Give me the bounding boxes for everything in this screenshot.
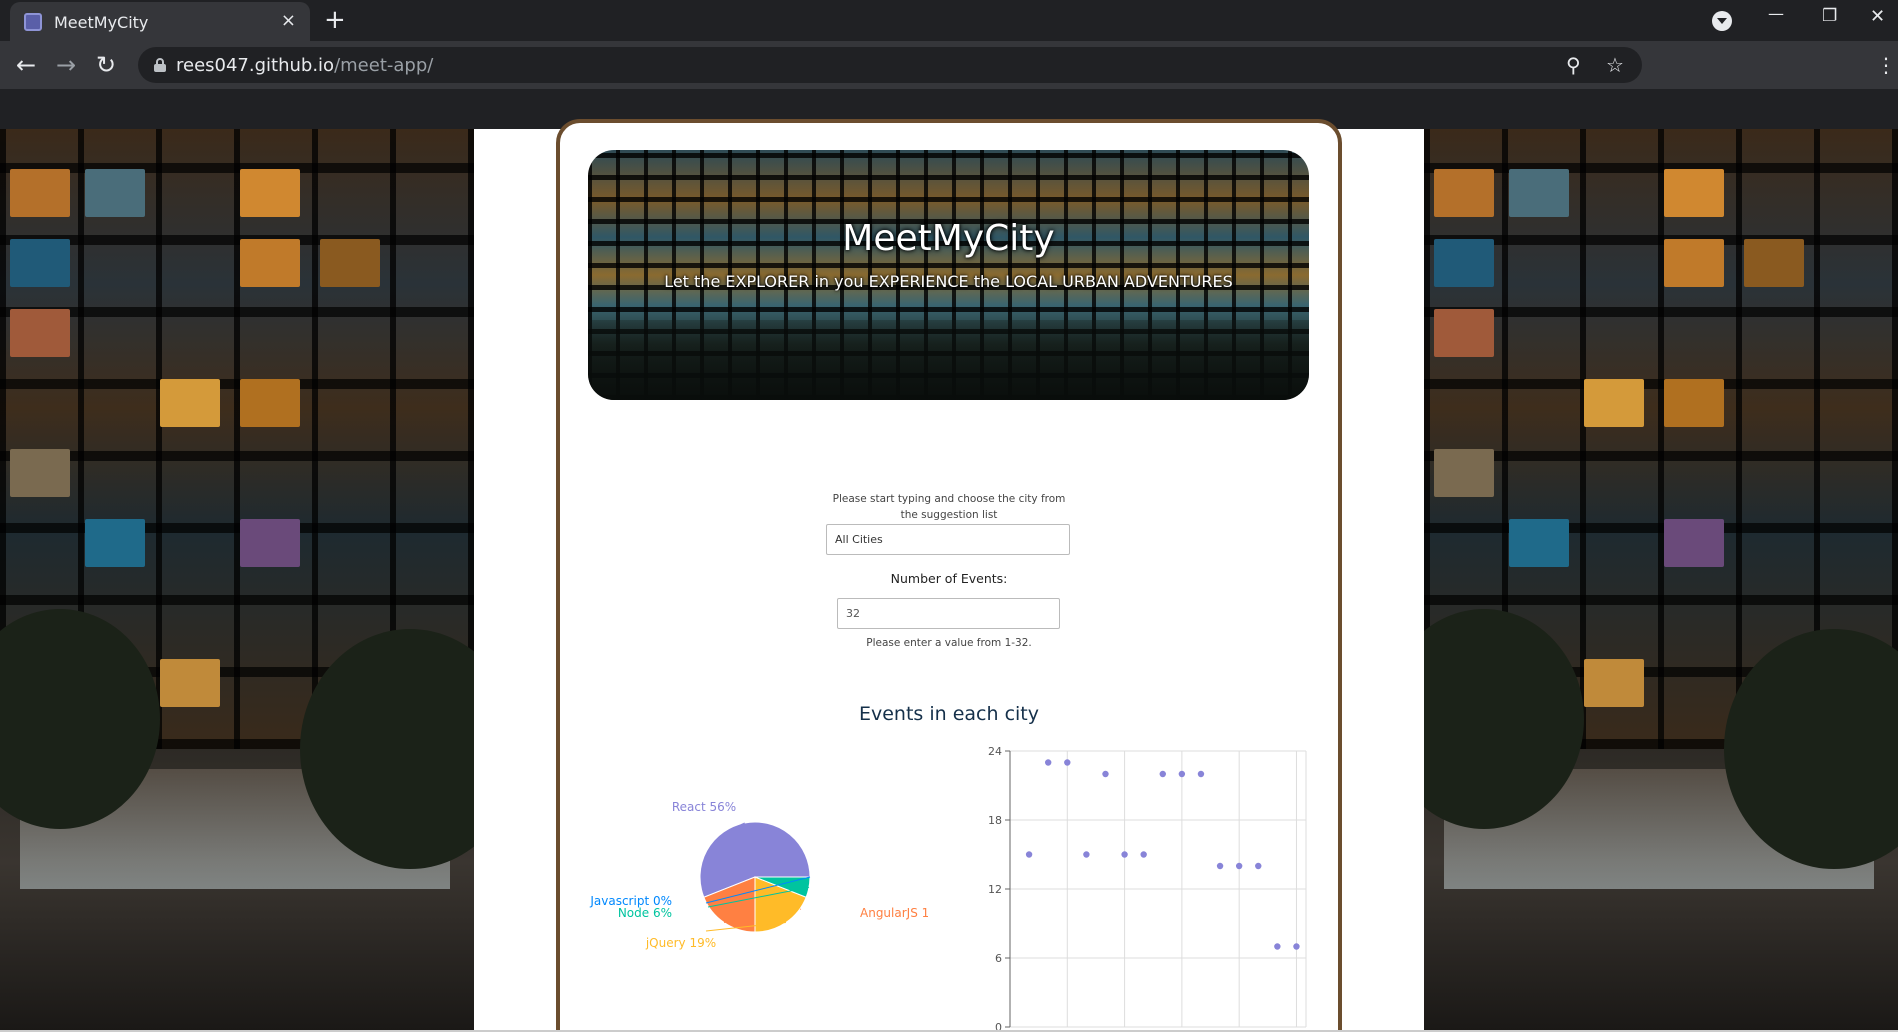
- favicon-icon: [24, 13, 42, 31]
- y-tick-label: 12: [988, 883, 1002, 896]
- pie-label-react: React 56%: [672, 800, 736, 814]
- new-tab-button[interactable]: +: [324, 7, 346, 33]
- city-search-hint: Please start typing and choose the city …: [832, 493, 1066, 521]
- hero-banner: MeetMyCity Let the EXPLORER in you EXPER…: [588, 150, 1309, 400]
- address-bar[interactable]: rees047.github.io/meet-app/ ⚲ ☆: [138, 47, 1642, 83]
- scatter-point[interactable]: [1140, 851, 1147, 858]
- scatter-point[interactable]: [1293, 943, 1300, 950]
- scatter-point[interactable]: [1102, 770, 1109, 778]
- forward-button[interactable]: →: [50, 49, 82, 81]
- scatter-point[interactable]: [1274, 943, 1281, 950]
- url-text[interactable]: rees047.github.io/meet-app/: [176, 55, 433, 76]
- url-path: /meet-app/: [334, 55, 434, 76]
- scatter-point[interactable]: [1178, 770, 1186, 778]
- close-tab-icon[interactable]: ×: [281, 11, 296, 31]
- scatter-point[interactable]: [1216, 862, 1224, 870]
- y-tick-label: 6: [995, 952, 1002, 965]
- bookmark-star-icon[interactable]: ☆: [1606, 53, 1624, 77]
- tab-search-icon[interactable]: [1712, 11, 1732, 31]
- close-window-button[interactable]: ✕: [1870, 6, 1885, 27]
- genre-pie-chart: React 56% AngularJS 19% jQuery 19% Node 6%J…: [589, 800, 928, 950]
- scatter-point[interactable]: [1025, 851, 1033, 858]
- y-tick-label: 24: [988, 745, 1002, 758]
- app-title: MeetMyCity: [842, 218, 1055, 259]
- tab-strip: MeetMyCity × + — ❐ ✕: [0, 0, 1898, 41]
- scatter-point[interactable]: [1235, 862, 1243, 870]
- number-of-events-input[interactable]: [837, 598, 1060, 629]
- scatter-point[interactable]: [1197, 770, 1205, 778]
- restore-button[interactable]: ❐: [1822, 6, 1837, 26]
- city-search-input[interactable]: [826, 524, 1070, 555]
- y-tick-label: 18: [988, 814, 1002, 827]
- reload-button[interactable]: ↻: [90, 49, 122, 81]
- number-of-events-label: Number of Events:: [890, 571, 1008, 586]
- scatter-point[interactable]: [1121, 851, 1128, 858]
- app-subtitle: Let the EXPLORER in you EXPERIENCE the L…: [664, 272, 1233, 291]
- url-host: rees047.github.io: [176, 55, 335, 76]
- background-photo-right: [1424, 129, 1898, 1032]
- number-of-events-hint: Please enter a value from 1-32.: [866, 637, 1032, 649]
- browser-menu-icon[interactable]: ⋮: [1876, 53, 1896, 77]
- scatter-point[interactable]: [1044, 759, 1052, 766]
- background-photo-left: [0, 129, 474, 1032]
- browser-tab[interactable]: MeetMyCity ×: [10, 2, 310, 41]
- minimize-button[interactable]: —: [1768, 4, 1784, 23]
- zoom-icon[interactable]: ⚲: [1566, 53, 1581, 77]
- lock-icon[interactable]: [154, 58, 166, 72]
- page-viewport: MeetMyCity Let the EXPLORER in you EXPER…: [0, 89, 1898, 1032]
- browser-toolbar: ← → ↻ rees047.github.io/meet-app/ ⚲ ☆ ⋮: [0, 41, 1898, 89]
- tab-title: MeetMyCity: [54, 13, 149, 32]
- scatter-point[interactable]: [1064, 759, 1071, 766]
- pie-label-javascript: Javascript 0%: [589, 894, 672, 908]
- pie-label-node: Node 6%: [618, 906, 672, 920]
- pie-label-angularjs: AngularJS 19%: [860, 906, 928, 920]
- scatter-point[interactable]: [1083, 851, 1090, 858]
- scatter-point[interactable]: [1159, 770, 1166, 778]
- back-button[interactable]: ←: [10, 49, 42, 81]
- scatter-point[interactable]: [1255, 862, 1262, 870]
- charts-section-title: Events in each city: [858, 703, 1039, 725]
- events-scatter-chart: 06121824: [988, 745, 1307, 1032]
- app-page: MeetMyCity Let the EXPLORER in you EXPER…: [474, 119, 1424, 1032]
- pie-label-jquery: jQuery 19%: [645, 936, 716, 950]
